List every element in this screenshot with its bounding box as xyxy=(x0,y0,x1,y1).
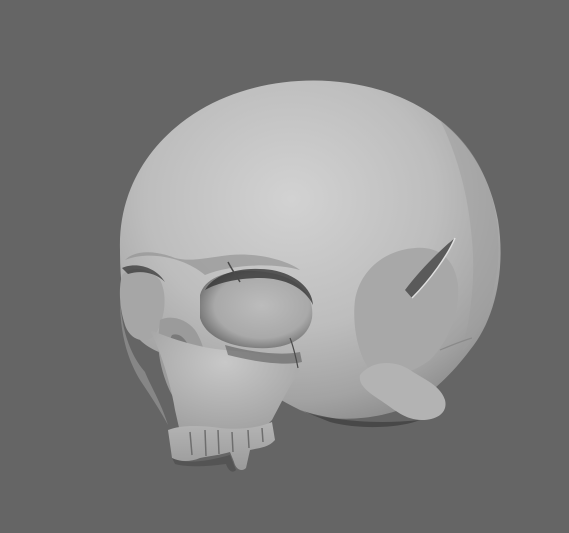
render-viewport[interactable] xyxy=(0,0,569,533)
skull-model[interactable] xyxy=(0,0,569,533)
eye-orbit-left xyxy=(119,268,165,341)
